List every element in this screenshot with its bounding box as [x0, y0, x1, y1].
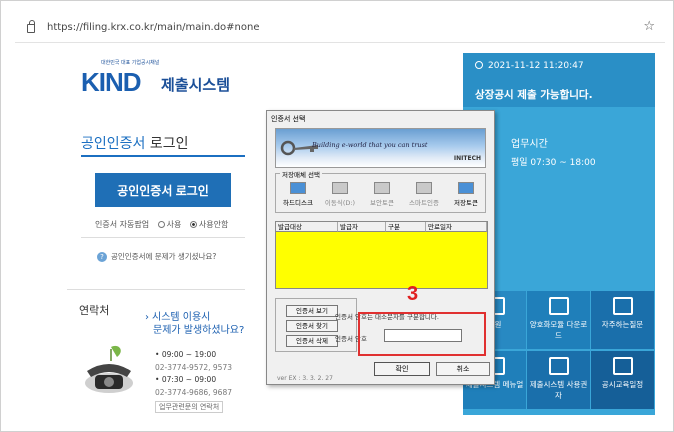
- business-hours-title: 업무시간: [511, 139, 548, 150]
- phone-1: 02-3774-9572, 9573: [155, 362, 232, 372]
- cert-login-button[interactable]: 공인인증서 로그인: [95, 173, 231, 207]
- document-icon: [548, 357, 569, 375]
- media-storage-token[interactable]: 저장토큰: [446, 182, 486, 207]
- telephone-icon: [85, 345, 133, 393]
- media-selection: 저장매체 선택 하드디스크 이동식(D:) 보안토큰 스마트인증 저장토큰: [275, 169, 486, 213]
- annotation-highlight-box: [358, 312, 486, 356]
- tile-label: 공시교육일정: [601, 380, 644, 389]
- dialog-title: 인증서 선택: [271, 115, 306, 123]
- login-title-rest: 로그인: [145, 136, 189, 152]
- phone-icon: [416, 182, 432, 194]
- media-harddisk[interactable]: 하드디스크: [278, 182, 318, 207]
- lock-icon: [27, 20, 35, 33]
- business-contact-button[interactable]: 업무관련문의 연락처: [155, 401, 224, 413]
- time-2: 07:30 ~ 09:00: [161, 375, 217, 384]
- view-cert-button[interactable]: 인증서 보기: [286, 305, 338, 317]
- question-icon: ?: [97, 252, 107, 262]
- tile-module-download[interactable]: 양호화모듈 다운로드: [527, 291, 590, 349]
- login-underline: [81, 155, 245, 157]
- media-label: 보안토큰: [370, 199, 394, 207]
- media-label: 이동식(D:): [324, 199, 356, 207]
- ok-button[interactable]: 확인: [374, 362, 430, 376]
- screenshot-frame: https://filing.krx.co.kr/main/main.do#no…: [0, 0, 674, 432]
- media-smart-cert[interactable]: 스마트인증: [404, 182, 444, 207]
- radio-use-label: 사용: [166, 220, 182, 229]
- availability-text: 상장공시 제출 가능합니다.: [475, 89, 593, 101]
- phone-2: 02-3774-9686, 9687: [155, 387, 232, 397]
- radio-nouse-label: 사용안함: [198, 220, 229, 229]
- version-text: ver EX : 3. 3. 2. 27: [277, 375, 333, 382]
- login-title-highlight: 공인인증서: [81, 136, 146, 152]
- calendar-icon: [612, 357, 633, 375]
- storage-token-icon: [458, 182, 474, 194]
- divider: [67, 289, 245, 290]
- business-hours: 평일 07:30 ~ 18:00: [511, 158, 596, 168]
- tile-label: 자주하는질문: [601, 320, 644, 329]
- find-cert-button[interactable]: 인증서 찾기: [286, 320, 338, 332]
- delete-cert-button[interactable]: 인증서 삭제: [286, 335, 338, 347]
- download-icon: [548, 297, 569, 315]
- logo-subtitle: 대한민국 대표 기업공시채널: [101, 60, 160, 66]
- clock-icon: [475, 61, 483, 69]
- system-question-line1: 시스템 이용시: [152, 312, 211, 323]
- auto-popup-label: 인증서 자동팝업: [95, 220, 150, 229]
- certificate-list[interactable]: 발급대상 발급자 구분 만료일자: [275, 221, 488, 289]
- tile-label: 양호화모듈 다운로드: [529, 320, 588, 340]
- system-question-line2: 문제가 발생하셨나요?: [153, 325, 245, 336]
- datetime: 2021-11-12 11:20:47: [488, 61, 584, 71]
- media-label: 저장토큰: [454, 199, 478, 207]
- col-issuer[interactable]: 발급자: [338, 222, 386, 232]
- logo-system-name: 제출시스템: [161, 76, 231, 94]
- address-bar[interactable]: https://filing.krx.co.kr/main/main.do#no…: [15, 15, 665, 43]
- cert-help-link[interactable]: ? 공인인증서에 문제가 생기셨나요?: [97, 251, 216, 262]
- initech-banner: Building e-world that you can trust INIT…: [275, 128, 486, 168]
- media-removable[interactable]: 이동식(D:): [320, 182, 360, 207]
- media-group-label: 저장매체 선택: [280, 169, 322, 179]
- auto-popup-option: 인증서 자동팝업 사용 사용안함: [95, 219, 228, 230]
- contact-times: • 09:00 ~ 19:00 02-3774-9572, 9573 • 07:…: [155, 349, 232, 399]
- cert-buttons-group: 인증서 보기 인증서 찾기 인증서 삭제: [275, 298, 357, 352]
- system-question: › 시스템 이용시 문제가 발생하셨나요?: [145, 311, 244, 337]
- cert-help-text: 공인인증서에 문제가 생기셨나요?: [111, 252, 217, 261]
- radio-nouse[interactable]: [189, 221, 197, 228]
- time-1: 09:00 ~ 19:00: [161, 350, 217, 359]
- banner-tagline: Building e-world that you can trust: [312, 141, 428, 149]
- removable-disk-icon: [332, 182, 348, 194]
- col-type[interactable]: 구분: [386, 222, 426, 232]
- contact-title: 연락처: [79, 304, 110, 317]
- col-subject[interactable]: 발급대상: [276, 222, 338, 232]
- tile-user-rights[interactable]: 제출시스템 사용권자: [527, 351, 590, 409]
- banner-brand: INITECH: [453, 155, 481, 162]
- arrow-icon: ›: [145, 312, 149, 323]
- tile-education-schedule[interactable]: 공시교육일정: [591, 351, 654, 409]
- tile-label: 제출시스템 사용권자: [529, 380, 588, 400]
- media-label: 스마트인증: [409, 199, 439, 207]
- harddisk-icon: [290, 182, 306, 194]
- tile-faq[interactable]: 자주하는질문: [591, 291, 654, 349]
- annotation-step-number: 3: [407, 283, 419, 305]
- faq-icon: [612, 297, 633, 315]
- url-text[interactable]: https://filing.krx.co.kr/main/main.do#no…: [47, 22, 260, 33]
- usb-token-icon: [374, 182, 390, 194]
- divider: [81, 237, 245, 238]
- logo-kind: KIND: [81, 67, 142, 97]
- cancel-button[interactable]: 취소: [436, 362, 490, 376]
- clock: 2021-11-12 11:20:47: [475, 61, 584, 71]
- media-label: 하드디스크: [283, 199, 313, 207]
- status-header: 2021-11-12 11:20:47 상장공시 제출 가능합니다.: [463, 53, 655, 107]
- login-title: 공인인증서 로그인: [81, 133, 189, 153]
- col-expiry[interactable]: 만료일자: [426, 222, 487, 232]
- media-security-token[interactable]: 보안토큰: [362, 182, 402, 207]
- radio-use[interactable]: [157, 221, 165, 228]
- bookmark-star-icon[interactable]: ☆: [643, 19, 655, 34]
